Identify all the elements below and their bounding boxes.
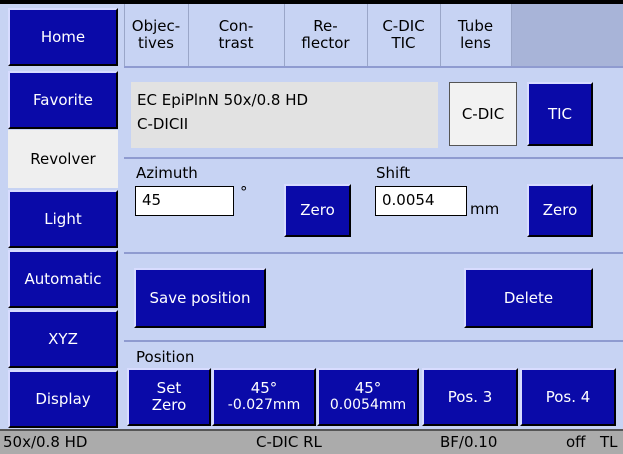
shift-unit: mm bbox=[470, 200, 500, 218]
shift-zero-label: Zero bbox=[542, 201, 578, 219]
position-1-angle: 45° bbox=[250, 379, 278, 397]
nav-automatic-label: Automatic bbox=[24, 270, 102, 288]
tab-tube-lens-line2: lens bbox=[460, 34, 491, 52]
tic-mode-button[interactable]: TIC bbox=[527, 82, 593, 146]
tab-empty bbox=[511, 4, 623, 66]
position-label: Position bbox=[136, 348, 195, 366]
nav-xyz-button[interactable]: XYZ bbox=[8, 310, 118, 368]
section-divider-2 bbox=[124, 252, 623, 254]
delete-label: Delete bbox=[503, 288, 554, 307]
tab-contrast-line1: Con- bbox=[218, 17, 254, 35]
nav-xyz-label: XYZ bbox=[48, 330, 78, 348]
tab-cdic-tic[interactable]: C-DIC TIC bbox=[367, 4, 439, 66]
tab-contrast-line2: trast bbox=[218, 34, 254, 52]
set-zero-line1: Set bbox=[156, 379, 182, 397]
nav-favorite-button[interactable]: Favorite bbox=[8, 71, 118, 129]
position-4-button[interactable]: Pos. 4 bbox=[520, 368, 616, 426]
nav-home-label: Home bbox=[40, 28, 86, 46]
tab-tube-lens[interactable]: Tube lens bbox=[440, 4, 510, 66]
status-mode: TL bbox=[600, 433, 618, 451]
save-position-button[interactable]: Save position bbox=[134, 268, 266, 328]
azimuth-input[interactable]: 45 bbox=[135, 186, 234, 216]
tab-objectives[interactable]: Objec- tives bbox=[124, 4, 187, 66]
tab-tube-lens-line1: Tube bbox=[457, 17, 494, 35]
nav-revolver-button[interactable]: Revolver bbox=[8, 130, 118, 188]
objective-prism: C-DICII bbox=[137, 115, 189, 133]
tab-objectives-line2: tives bbox=[138, 34, 174, 52]
section-divider-3 bbox=[124, 340, 623, 342]
objective-info: EC EpiPlnN 50x/0.8 HD C-DICII bbox=[131, 82, 438, 148]
azimuth-unit: ° bbox=[240, 183, 248, 201]
nav-light-button[interactable]: Light bbox=[8, 190, 118, 248]
tab-reflector-line1: Re- bbox=[313, 17, 338, 35]
section-divider bbox=[124, 157, 623, 159]
status-aperture: BF/0.10 bbox=[440, 433, 498, 451]
azimuth-label: Azimuth bbox=[136, 164, 198, 182]
objective-name: EC EpiPlnN 50x/0.8 HD bbox=[137, 91, 309, 109]
nav-display-button[interactable]: Display bbox=[8, 370, 118, 428]
save-position-label: Save position bbox=[149, 288, 251, 307]
tab-contrast[interactable]: Con- trast bbox=[188, 4, 283, 66]
tab-divider bbox=[124, 66, 623, 68]
shift-label: Shift bbox=[376, 164, 411, 182]
set-zero-line2: Zero bbox=[151, 396, 187, 414]
nav-revolver-label: Revolver bbox=[30, 150, 96, 168]
tic-mode-label: TIC bbox=[547, 105, 573, 123]
tab-reflector[interactable]: Re- flector bbox=[284, 4, 366, 66]
position-3-button[interactable]: Pos. 3 bbox=[422, 368, 518, 426]
tab-cdic-tic-line2: TIC bbox=[391, 34, 416, 52]
cdic-mode-label: C-DIC bbox=[461, 105, 505, 123]
position-4-label: Pos. 4 bbox=[545, 387, 591, 406]
cdic-mode-button[interactable]: C-DIC bbox=[449, 82, 517, 146]
azimuth-zero-button[interactable]: Zero bbox=[284, 184, 351, 237]
position-1-button[interactable]: 45° -0.027mm bbox=[212, 368, 316, 426]
status-objective: 50x/0.8 HD bbox=[3, 433, 88, 451]
nav-favorite-label: Favorite bbox=[33, 91, 93, 109]
tab-cdic-tic-line1: C-DIC bbox=[382, 17, 425, 35]
tab-reflector-line2: flector bbox=[301, 34, 350, 52]
position-1-shift: -0.027mm bbox=[227, 397, 301, 413]
status-bar: 50x/0.8 HD C-DIC RL BF/0.10 off TL bbox=[0, 429, 623, 454]
azimuth-zero-label: Zero bbox=[300, 201, 335, 219]
delete-button[interactable]: Delete bbox=[464, 268, 593, 328]
status-contrast: C-DIC RL bbox=[256, 433, 322, 451]
position-2-angle: 45° bbox=[354, 379, 382, 397]
position-2-button[interactable]: 45° 0.0054mm bbox=[317, 368, 419, 426]
tab-objectives-line1: Objec- bbox=[131, 17, 181, 35]
position-2-shift: 0.0054mm bbox=[329, 397, 407, 413]
nav-light-label: Light bbox=[44, 210, 82, 228]
shift-zero-button[interactable]: Zero bbox=[527, 184, 593, 237]
position-3-label: Pos. 3 bbox=[447, 387, 493, 406]
shift-input[interactable]: 0.0054 bbox=[375, 186, 467, 216]
nav-display-label: Display bbox=[35, 390, 91, 408]
set-zero-button[interactable]: Set Zero bbox=[127, 368, 211, 426]
nav-home-button[interactable]: Home bbox=[8, 8, 118, 66]
status-light: off bbox=[566, 433, 586, 451]
nav-automatic-button[interactable]: Automatic bbox=[8, 250, 118, 308]
